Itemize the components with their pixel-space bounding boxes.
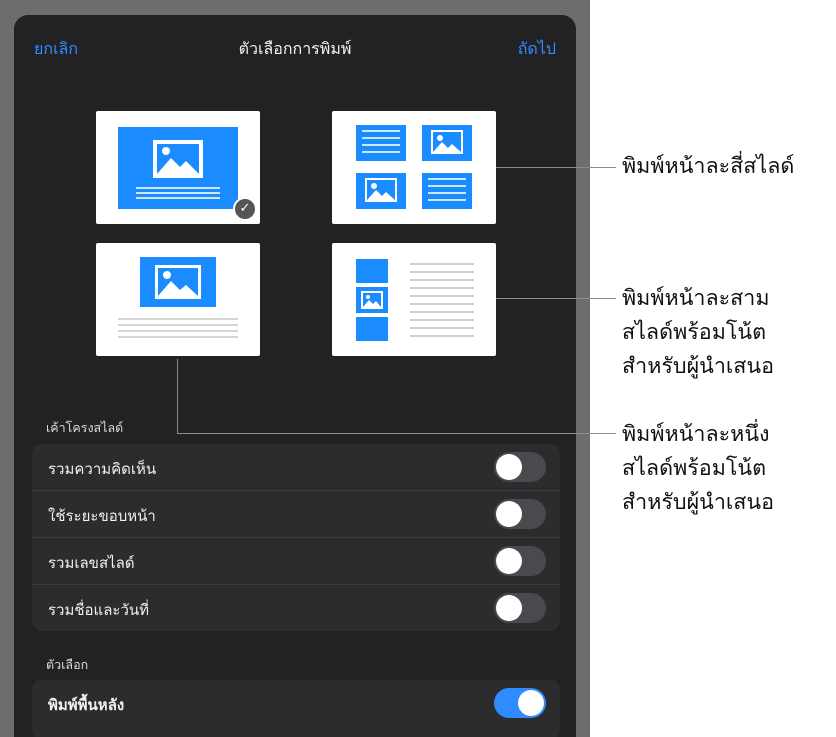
print-backgrounds-label: พิมพ์พื้นหลัง [48, 696, 125, 714]
include-name-date-label: รวมชื่อและวันที่ [48, 601, 150, 619]
callout-four-slides: พิมพ์หน้าละสี่สไลด์ [622, 154, 795, 179]
callout-line-three [496, 298, 616, 299]
use-page-margins-label: ใช้ระยะขอบหน้า [48, 507, 156, 525]
callout-line-one-horizontal [177, 433, 616, 434]
three-slides-notes-preview [356, 259, 474, 341]
include-slide-numbers-label: รวมเลขสไลด์ [48, 554, 135, 572]
checkmark-icon: ✓ [233, 197, 257, 221]
print-backgrounds-row[interactable]: พิมพ์พื้นหลัง [32, 680, 560, 726]
layout-four-slides[interactable] [332, 111, 496, 224]
print-options-group: พิมพ์พื้นหลัง [32, 680, 560, 737]
layout-options-group: รวมความคิดเห็น ใช้ระยะขอบหน้า รวมเลขสไลด… [32, 444, 560, 631]
callout-line-one-vertical [177, 359, 178, 433]
include-comments-row[interactable]: รวมความคิดเห็น [32, 444, 560, 490]
use-page-margins-toggle[interactable] [494, 499, 546, 529]
include-name-date-toggle[interactable] [494, 593, 546, 623]
layout-three-slides-with-notes[interactable] [332, 243, 496, 356]
callout-line-four [496, 167, 616, 168]
callout-three-slides: พิมพ์หน้าละสาม สไลด์พร้อมโน้ต สำหรับผู้น… [622, 286, 775, 379]
layout-one-slide-with-notes[interactable] [96, 243, 260, 356]
print-options-sheet: ยกเลิก ตัวเลือกการพิมพ์ ถัดไป ✓ เค้าโครง… [14, 15, 576, 737]
sheet-title: ตัวเลือกการพิมพ์ [238, 39, 352, 58]
four-slides-preview [356, 125, 472, 209]
include-slide-numbers-toggle[interactable] [494, 546, 546, 576]
layout-section-title: เค้าโครงสไลด์ [46, 420, 124, 435]
options-section-title: ตัวเลือก [46, 657, 89, 672]
layout-single-slide[interactable]: ✓ [96, 111, 260, 224]
print-backgrounds-toggle[interactable] [494, 688, 546, 718]
include-comments-label: รวมความคิดเห็น [48, 460, 157, 478]
one-slide-notes-preview [118, 257, 238, 338]
include-name-date-row[interactable]: รวมชื่อและวันที่ [32, 584, 560, 631]
image-icon [153, 140, 203, 178]
include-comments-toggle[interactable] [494, 452, 546, 482]
callout-one-slide: พิมพ์หน้าละหนึ่ง สไลด์พร้อมโน้ต สำหรับผู… [622, 422, 775, 515]
next-button[interactable]: ถัดไป [518, 37, 556, 62]
include-slide-numbers-row[interactable]: รวมเลขสไลด์ [32, 537, 560, 584]
use-page-margins-row[interactable]: ใช้ระยะขอบหน้า [32, 490, 560, 537]
